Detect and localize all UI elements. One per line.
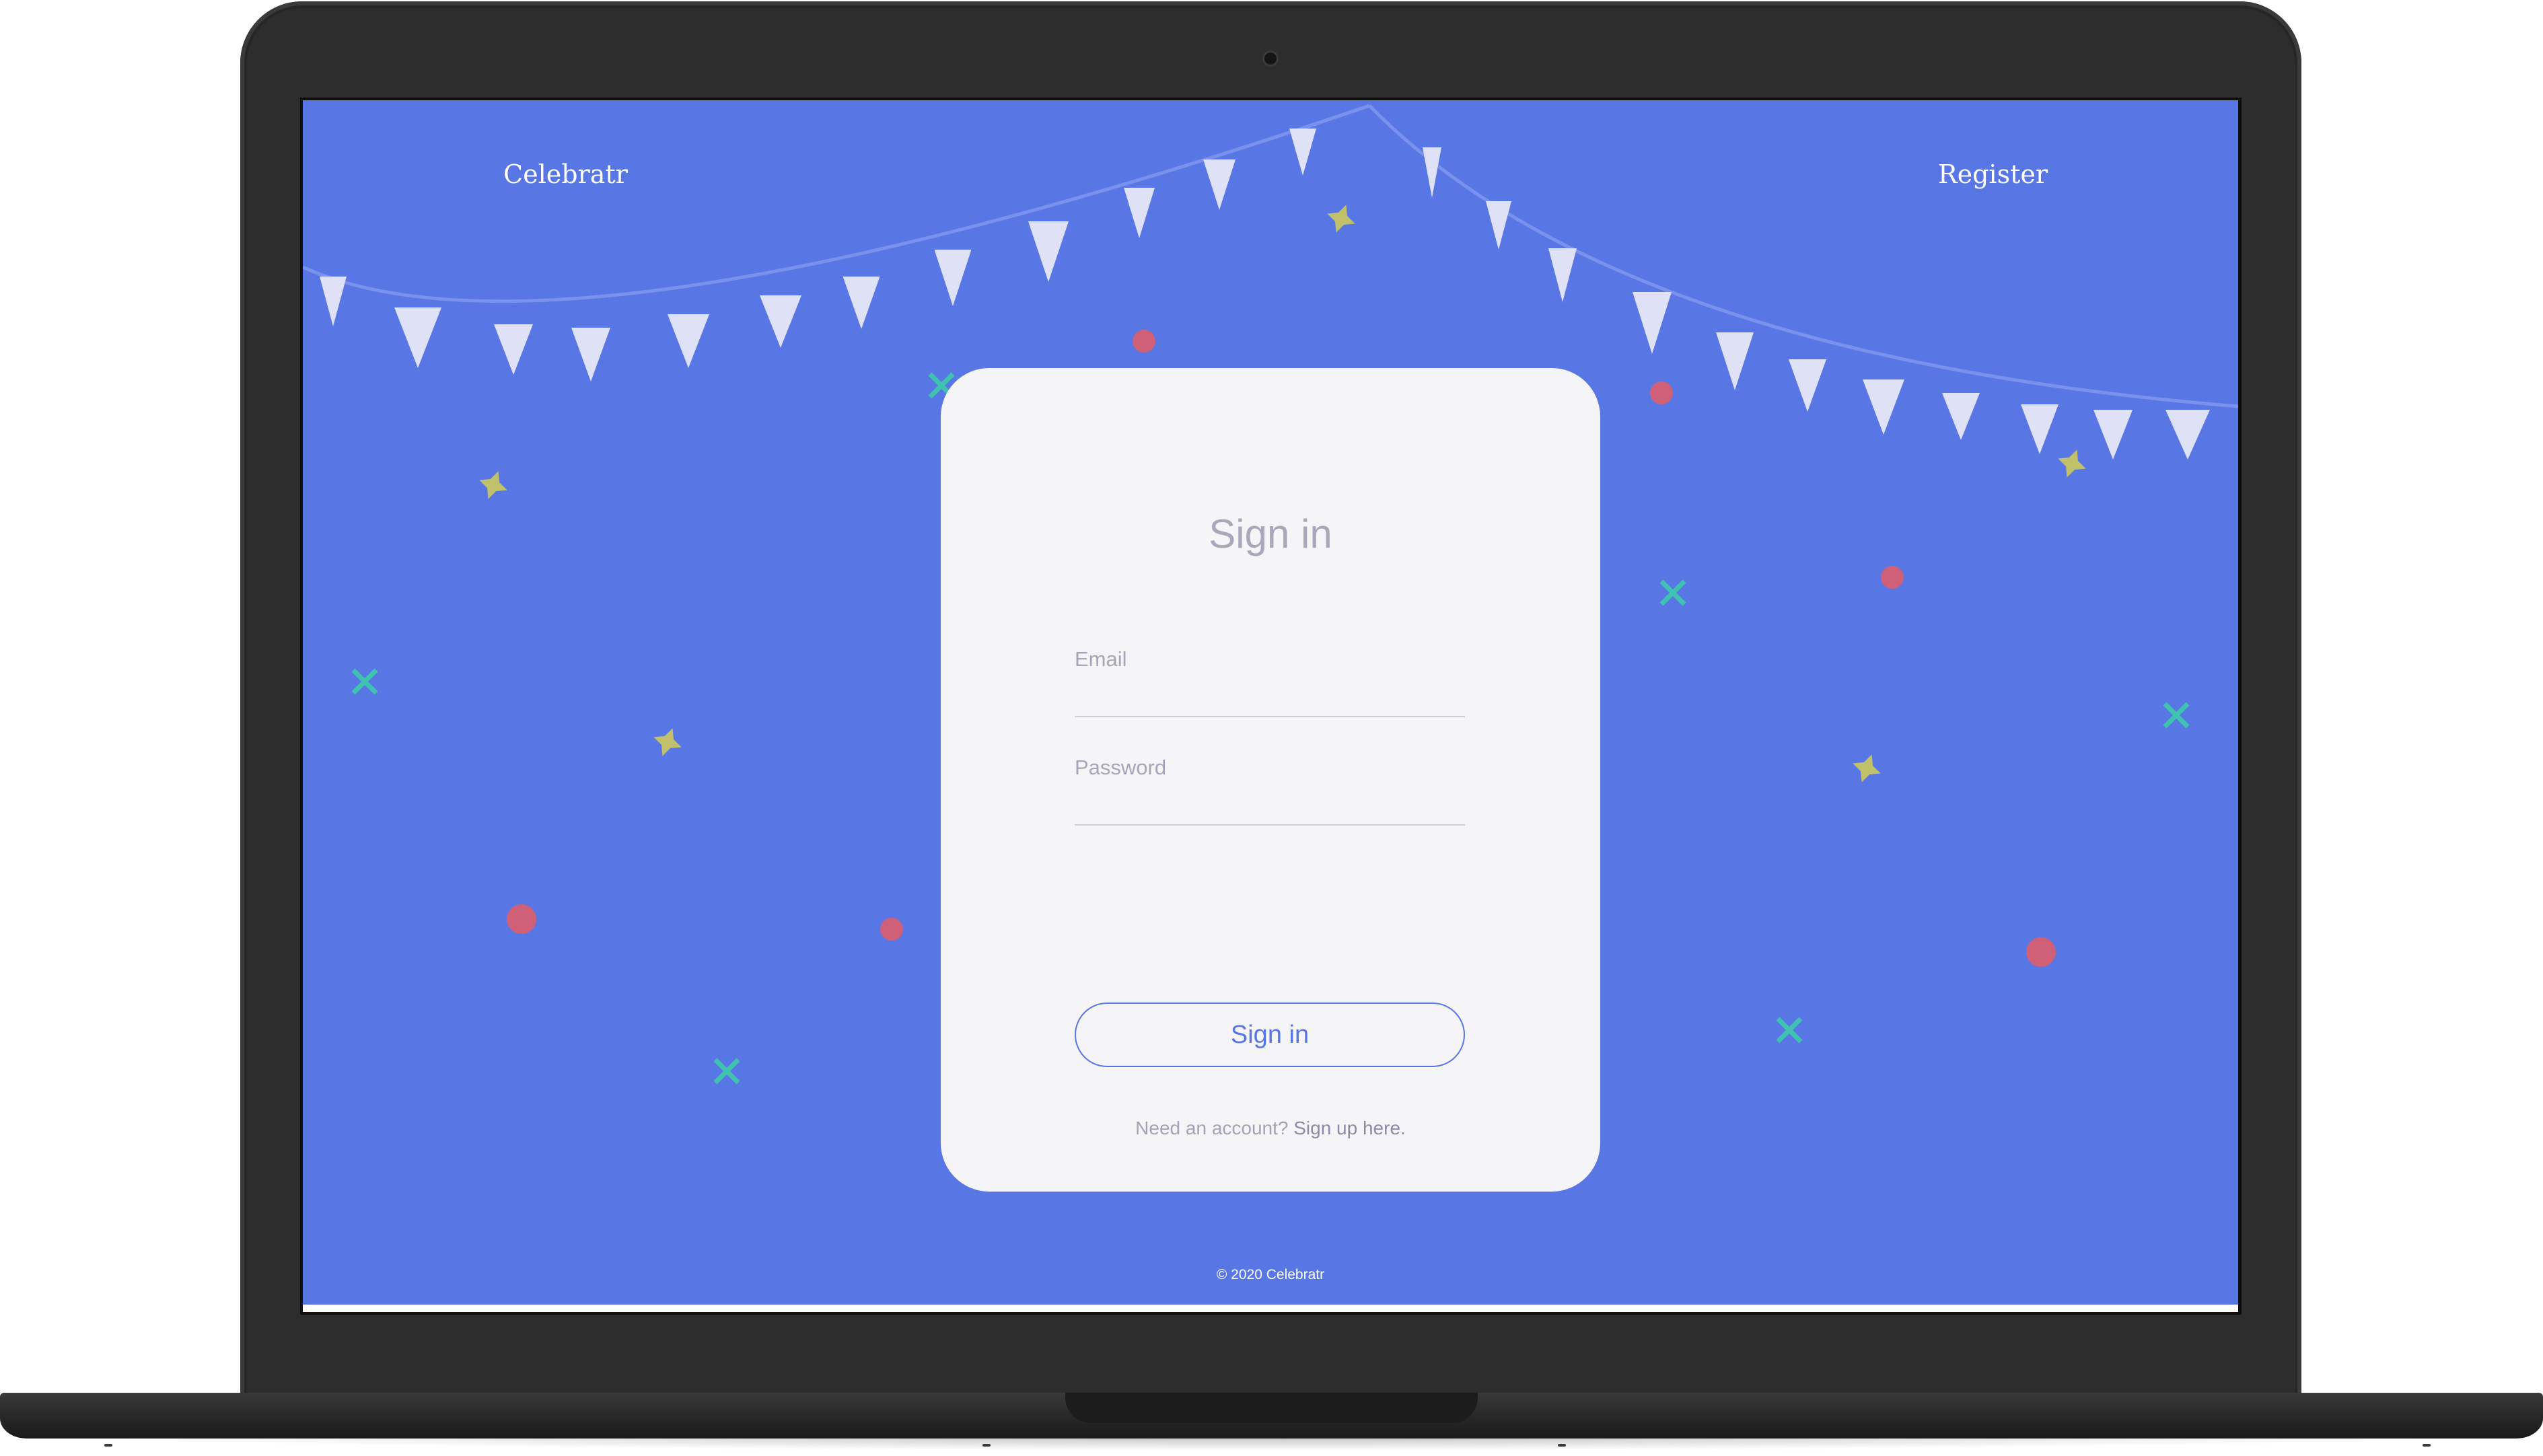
pennant-flag-icon xyxy=(1203,159,1235,210)
confetti-dot-icon xyxy=(2026,937,2056,967)
password-field: Password xyxy=(1075,754,1465,826)
email-label: Email xyxy=(1075,647,1127,671)
pennant-flag-icon xyxy=(2165,410,2210,460)
laptop-foot xyxy=(2423,1444,2431,1447)
pennant-flag-icon xyxy=(2021,404,2058,454)
footer-copyright: © 2020 Celebratr xyxy=(1216,1267,1325,1282)
confetti-x-icon xyxy=(1776,1017,1803,1044)
pennant-flag-icon xyxy=(571,328,610,381)
password-input[interactable] xyxy=(1075,787,1465,826)
register-link[interactable]: Register xyxy=(1938,154,2048,194)
pennant-flag-icon xyxy=(760,295,801,348)
laptop-hinge-notch xyxy=(1065,1393,1478,1423)
laptop-foot xyxy=(104,1444,112,1447)
brand-link[interactable]: Celebratr xyxy=(503,154,628,194)
pennant-flag-icon xyxy=(1124,188,1155,238)
signup-prompt-text: Need an account? xyxy=(1135,1118,1289,1138)
pennant-flag-icon xyxy=(1863,379,1904,435)
pennant-flag-icon xyxy=(320,277,347,326)
pennant-flag-icon xyxy=(1942,393,1980,440)
signin-card: Sign in Email Password Sign in Need an a… xyxy=(941,368,1600,1192)
laptop-foot xyxy=(982,1444,991,1447)
pennant-flag-icon xyxy=(2093,410,2133,460)
pennant-flag-icon xyxy=(494,324,533,375)
signup-prompt: Need an account? Sign up here. xyxy=(941,1118,1600,1139)
pennant-flag-icon xyxy=(1789,359,1826,412)
confetti-dot-icon xyxy=(1650,381,1673,404)
pennant-flag-icon xyxy=(394,307,441,368)
confetti-star-icon xyxy=(1327,205,1355,233)
pennant-flag-icon xyxy=(1423,147,1441,198)
email-field: Email xyxy=(1075,646,1465,717)
bunting-string xyxy=(303,104,1370,303)
laptop-foot xyxy=(1558,1444,1566,1447)
page-bottom-strip xyxy=(303,1305,2238,1312)
pennant-flag-icon xyxy=(668,314,709,368)
signin-title: Sign in xyxy=(1209,511,1332,556)
pennant-flag-icon xyxy=(843,277,880,329)
confetti-star-icon xyxy=(2058,449,2086,478)
pennant-flag-icon xyxy=(1548,248,1577,302)
pennant-flag-icon xyxy=(1633,292,1672,354)
webcam-icon xyxy=(1264,52,1277,65)
pennant-flag-icon xyxy=(1028,221,1069,282)
signin-button[interactable]: Sign in xyxy=(1075,1003,1465,1067)
pennant-flag-icon xyxy=(1716,332,1754,390)
signup-link[interactable]: Sign up here. xyxy=(1293,1118,1406,1138)
confetti-dot-icon xyxy=(1881,566,1904,589)
pennant-flag-icon xyxy=(934,250,972,306)
confetti-star-icon xyxy=(653,728,682,756)
confetti-dot-icon xyxy=(880,918,903,941)
password-label: Password xyxy=(1075,756,1167,779)
confetti-x-icon xyxy=(351,668,378,695)
email-input[interactable] xyxy=(1075,678,1465,717)
confetti-dot-icon xyxy=(507,904,536,934)
confetti-dot-icon xyxy=(1133,330,1155,353)
confetti-x-icon xyxy=(1659,579,1686,606)
confetti-star-icon xyxy=(1853,754,1881,782)
pennant-flag-icon xyxy=(1289,129,1316,176)
pennant-flag-icon xyxy=(1486,201,1511,250)
app-viewport: Celebratr Register Sign in Email Passwor… xyxy=(303,100,2238,1305)
laptop-mockup: Celebratr Register Sign in Email Passwor… xyxy=(0,0,2543,1456)
confetti-x-icon xyxy=(713,1058,740,1085)
confetti-star-icon xyxy=(479,471,507,499)
confetti-x-icon xyxy=(2163,702,2190,729)
